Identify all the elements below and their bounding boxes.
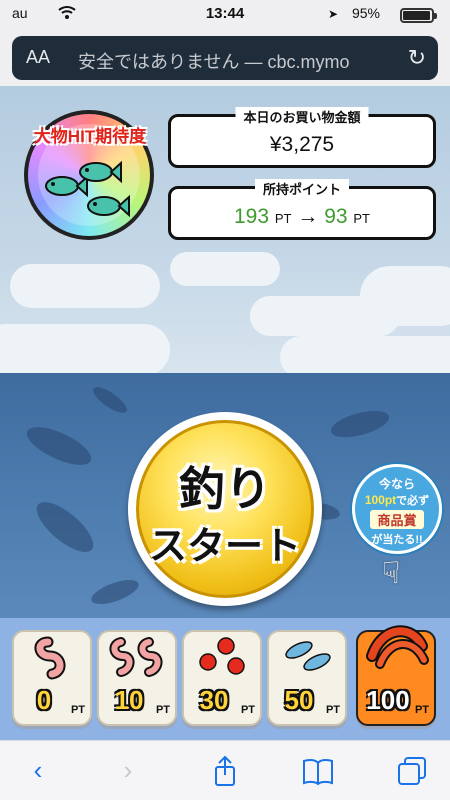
- fish-shadow: [328, 405, 392, 443]
- bait-unit: PT: [155, 704, 170, 716]
- battery-percent: 95%: [351, 5, 380, 21]
- forward-icon[interactable]: ›: [108, 755, 148, 787]
- bait-amount: 10: [114, 685, 144, 715]
- promo-line1: 今なら: [378, 477, 415, 491]
- points-unit: PT: [274, 211, 292, 226]
- fish-shadow: [89, 382, 131, 418]
- browser-url-area: AA 安全ではありません — cbc.mymo ↻: [0, 28, 450, 86]
- url-text[interactable]: 安全ではありません — cbc.mymo: [78, 48, 408, 74]
- bait-unit: PT: [414, 704, 429, 716]
- bait-selector: 0 PT 10 PT 30 PT 50 PT 100 PT: [0, 618, 450, 740]
- status-time: 13:44: [205, 5, 245, 22]
- worms-icon: [109, 637, 163, 677]
- battery-icon: [400, 8, 437, 23]
- start-fishing-button[interactable]: 釣り スタート: [128, 412, 322, 606]
- fish-shadow: [21, 419, 97, 473]
- bookmarks-icon[interactable]: [298, 755, 338, 787]
- gauge-label: 大物HIT期待度: [33, 127, 147, 146]
- start-label-line1: 釣り: [179, 463, 271, 515]
- share-icon[interactable]: [205, 755, 245, 787]
- sardines-icon: [285, 641, 331, 671]
- cloud: [360, 266, 450, 326]
- arrow-icon: →: [297, 205, 319, 228]
- back-icon[interactable]: ‹: [18, 755, 58, 787]
- fish-icon: [79, 160, 122, 184]
- points-box: 所持ポイント 193 PT → 93 PT: [168, 179, 436, 240]
- current-points: 193: [233, 205, 270, 228]
- cloud: [0, 324, 170, 376]
- promo-line3: 商品賞: [370, 510, 424, 529]
- bait-option-10pt[interactable]: 10 PT: [97, 630, 177, 726]
- purchase-amount-box: 本日のお買い物金額 ¥3,275: [168, 107, 436, 168]
- browser-toolbar: ‹ ›: [0, 740, 450, 800]
- points-display: 193 PT → 93 PT: [171, 205, 433, 229]
- location-icon: ➤: [327, 7, 338, 21]
- bait-option-100pt[interactable]: 100 PT: [356, 625, 436, 726]
- pointing-hand-icon: ☟: [382, 557, 401, 590]
- worm-icon: [34, 636, 66, 680]
- fishing-game: 大物HIT期待度 本日のお買い物金額 ¥3,275 所持ポイント 193 PT …: [0, 86, 450, 740]
- promo-line4: が当たる!!: [371, 534, 423, 546]
- bait-unit: PT: [240, 704, 255, 716]
- cloud: [170, 252, 280, 286]
- fish-icon: [87, 194, 130, 218]
- bait-option-30pt[interactable]: 30 PT: [182, 630, 262, 726]
- cloud: [10, 264, 160, 308]
- points-unit: PT: [353, 211, 371, 226]
- bait-amount: 0: [36, 685, 52, 715]
- bait-amount: 50: [284, 685, 314, 715]
- bait-amount: 30: [199, 685, 229, 715]
- bait-unit: PT: [70, 704, 85, 716]
- reload-icon[interactable]: ↻: [408, 45, 426, 71]
- address-bar[interactable]: AA 安全ではありません — cbc.mymo ↻: [12, 36, 438, 80]
- promo-line2: 100ptで必ず: [364, 493, 430, 507]
- fish-eggs-icon: [199, 637, 245, 675]
- bait-option-0pt[interactable]: 0 PT: [12, 630, 92, 726]
- fish-shadow: [29, 493, 101, 561]
- promo-badge: 今なら 100ptで必ず 商品賞 が当たる!!: [352, 464, 442, 554]
- status-bar: au 13:44 ➤ 95%: [0, 0, 450, 28]
- start-label-line2: スタート: [148, 526, 301, 568]
- shrimp-icon: [366, 625, 429, 669]
- purchase-amount: ¥3,275: [269, 133, 335, 156]
- tabs-icon[interactable]: [392, 755, 432, 787]
- fish-shadow: [88, 574, 142, 610]
- bait-amount: 100: [366, 685, 410, 715]
- bait-unit: PT: [325, 704, 340, 716]
- remaining-points: 93: [324, 205, 348, 228]
- reader-options-button[interactable]: AA: [26, 47, 50, 68]
- purchase-amount-label: 本日のお買い物金額: [235, 107, 369, 126]
- bait-option-50pt[interactable]: 50 PT: [267, 630, 347, 726]
- points-label: 所持ポイント: [254, 179, 350, 198]
- cloud: [280, 336, 450, 378]
